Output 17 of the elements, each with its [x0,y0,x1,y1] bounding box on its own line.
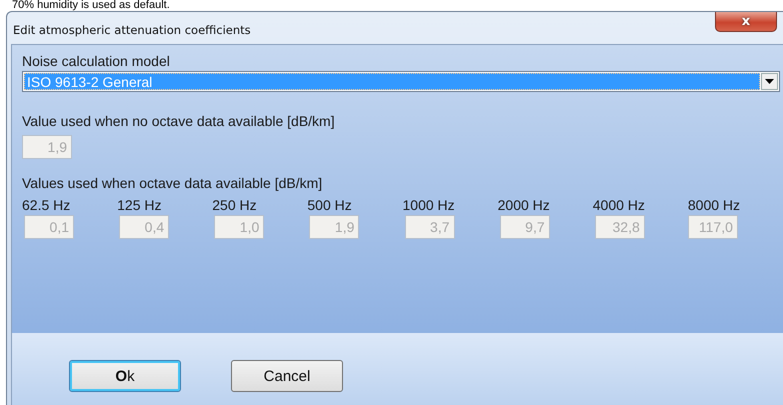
field-label: Noise calculation model [22,53,171,69]
band-label: 500 Hz [307,197,353,213]
field-label: Value used when no octave data available [dB/km] [22,113,336,129]
band-label: 4000 Hz [592,197,646,213]
field-label: Values used when octave data available [dB/km] [22,175,324,191]
background-text: 70% humidity is used as default. [11,0,171,11]
ok-button[interactable]: Ok [69,360,181,392]
band-label: 1000 Hz [402,197,456,213]
band-label: 2000 Hz [498,197,551,213]
band-label: 62.5 Hz [22,197,72,213]
window-title: Edit atmospheric attenuation coefficients [13,23,251,37]
close-button[interactable]: x [715,12,777,32]
model-dropdown[interactable]: ISO 9613-2 General [22,71,780,92]
band-label: 8000 Hz [688,197,742,213]
band-label: 125 Hz [117,197,162,213]
band-label: 250 Hz [212,197,258,213]
cancel-button[interactable]: Cancel [231,360,343,392]
